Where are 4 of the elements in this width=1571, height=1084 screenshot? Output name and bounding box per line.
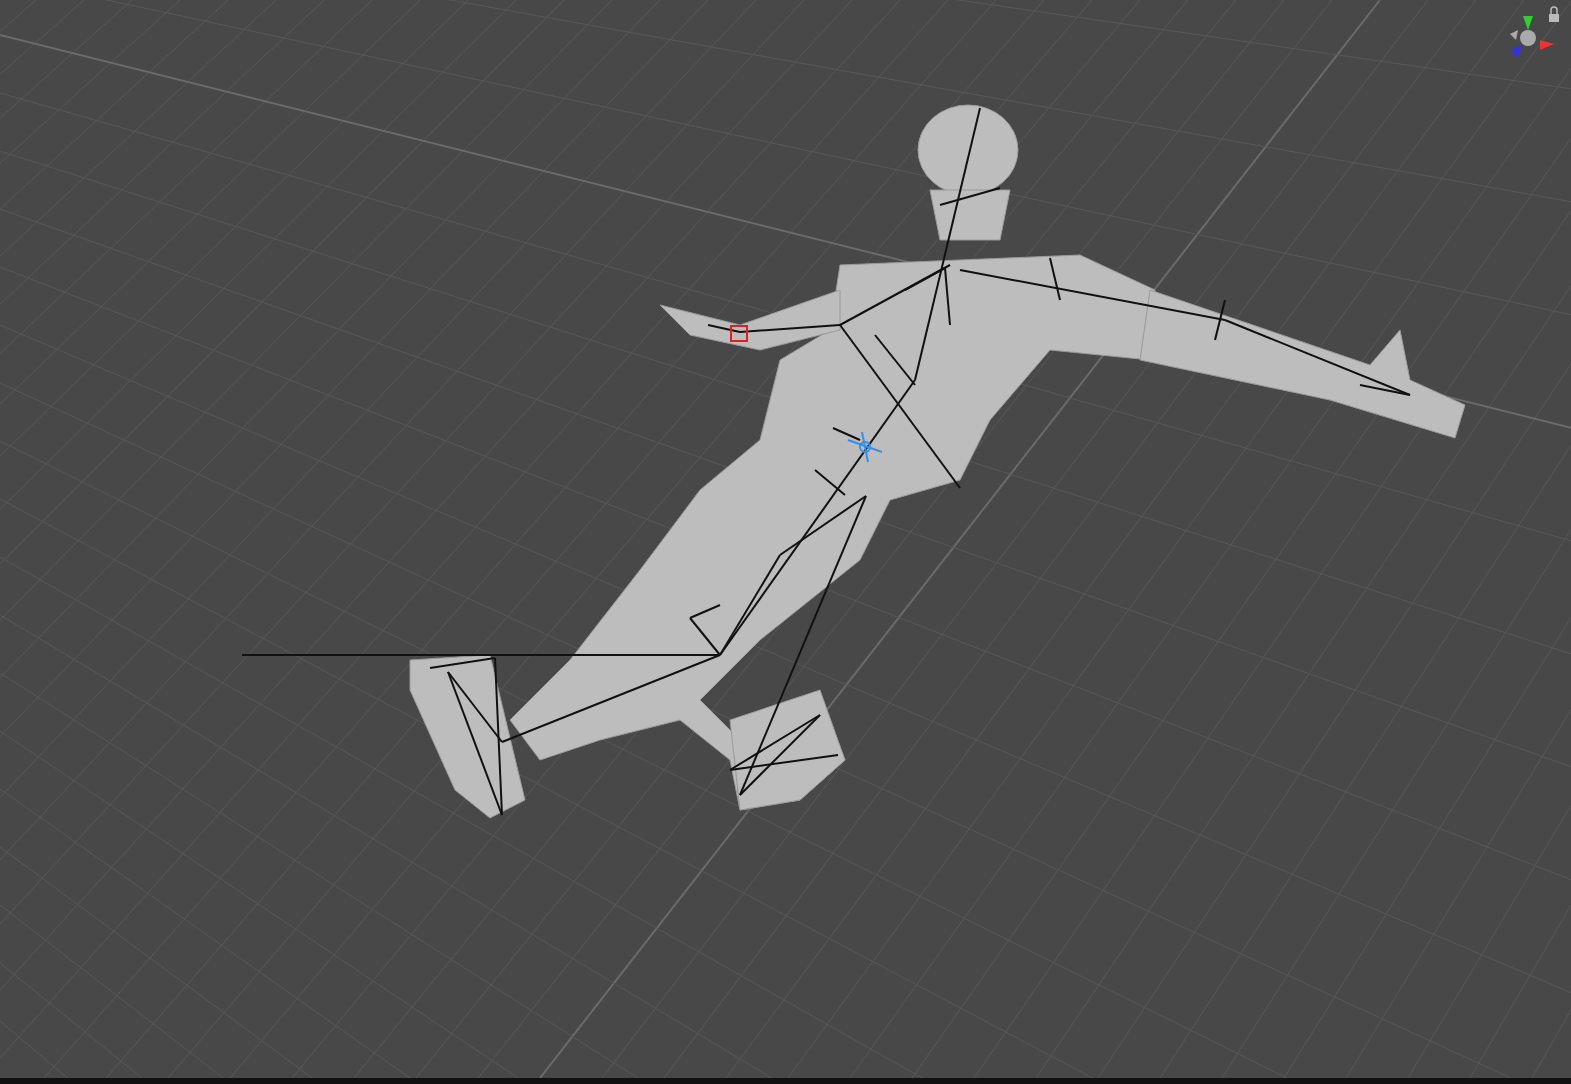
lock-icon[interactable] — [1549, 6, 1559, 22]
orientation-gizmo-icon[interactable] — [1510, 16, 1554, 58]
selection-marker-icon — [730, 325, 748, 342]
pivot-icon — [847, 431, 883, 463]
